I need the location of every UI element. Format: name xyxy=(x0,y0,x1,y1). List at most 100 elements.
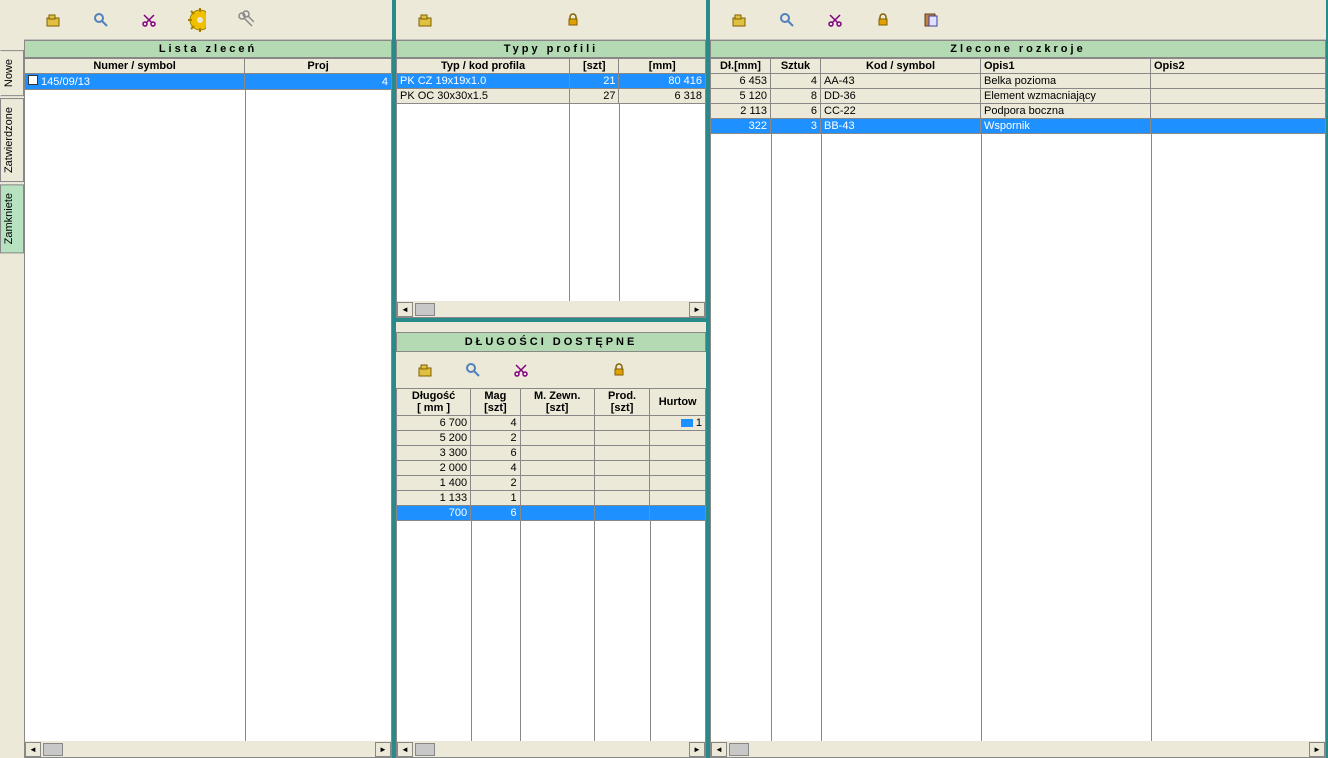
cell-prod[interactable] xyxy=(594,431,650,446)
table-row[interactable]: PK OC 30x30x1.5276 318 xyxy=(397,89,706,104)
cell-sztuk[interactable]: 3 xyxy=(771,119,821,134)
cell-mag[interactable]: 6 xyxy=(471,506,520,521)
lock-icon[interactable] xyxy=(610,361,628,379)
cell-dlugosc[interactable]: 5 200 xyxy=(397,431,471,446)
cell-mag[interactable]: 2 xyxy=(471,431,520,446)
cell-opis1[interactable]: Element wzmacniający xyxy=(981,89,1151,104)
cell-mag[interactable]: 4 xyxy=(471,461,520,476)
search-icon[interactable] xyxy=(778,11,796,29)
th-szt[interactable]: [szt] xyxy=(570,59,619,74)
cell-szt[interactable]: 27 xyxy=(570,89,619,104)
table-row[interactable]: 6 4534AA-43Belka pozioma xyxy=(711,74,1326,89)
cell-mzewn[interactable] xyxy=(520,506,594,521)
cell-mzewn[interactable] xyxy=(520,491,594,506)
table-dlugosci[interactable]: Długość[ mm ] Mag[szt] M. Zewn.[szt] Pro… xyxy=(396,388,706,521)
tab-zatwierdzone[interactable]: Zatwierdzone xyxy=(0,98,24,182)
cell-hurtow[interactable]: 1 xyxy=(650,416,706,431)
cell-sztuk[interactable]: 4 xyxy=(771,74,821,89)
table-row[interactable]: 145/09/134 xyxy=(25,74,392,90)
cell-kod[interactable]: AA-43 xyxy=(821,74,981,89)
th-kod[interactable]: Kod / symbol xyxy=(821,59,981,74)
cell-proj[interactable]: 4 xyxy=(245,74,392,90)
table-row[interactable]: 2 1136CC-22Podpora boczna xyxy=(711,104,1326,119)
table-zlecone-rozkroje[interactable]: Dł.[mm] Sztuk Kod / symbol Opis1 Opis2 6… xyxy=(710,58,1326,134)
search-icon[interactable] xyxy=(92,11,110,29)
th-mm[interactable]: [mm] xyxy=(619,59,706,74)
cell-mzewn[interactable] xyxy=(520,476,594,491)
paste-icon[interactable] xyxy=(922,11,940,29)
scroll-thumb[interactable] xyxy=(729,743,749,756)
th-opis2[interactable]: Opis2 xyxy=(1151,59,1326,74)
cell-prod[interactable] xyxy=(594,461,650,476)
th-mzewn[interactable]: M. Zewn.[szt] xyxy=(520,389,594,416)
th-opis1[interactable]: Opis1 xyxy=(981,59,1151,74)
scissors-icon[interactable] xyxy=(140,11,158,29)
tab-zamkniete[interactable]: Zamkniete xyxy=(0,184,24,253)
scissors-icon[interactable] xyxy=(512,361,530,379)
open-icon[interactable] xyxy=(730,11,748,29)
cell-numer[interactable]: 145/09/13 xyxy=(25,74,245,90)
cell-dlugosc[interactable]: 6 700 xyxy=(397,416,471,431)
table-lista-zlecen[interactable]: Numer / symbol Proj 145/09/134 xyxy=(24,58,392,90)
table-typy-profili[interactable]: Typ / kod profila [szt] [mm] PK CZ 19x19… xyxy=(396,58,706,104)
scroll-right-arrow[interactable]: ► xyxy=(375,742,391,757)
cell-szt[interactable]: 21 xyxy=(570,74,619,89)
cell-mag[interactable]: 2 xyxy=(471,476,520,491)
th-dl[interactable]: Dł.[mm] xyxy=(711,59,771,74)
cell-mm[interactable]: 6 318 xyxy=(619,89,706,104)
cell-kod[interactable]: DD-36 xyxy=(821,89,981,104)
scroll-right-arrow[interactable]: ► xyxy=(689,302,705,317)
table-row[interactable]: 5 2002 xyxy=(397,431,706,446)
cell-opis1[interactable]: Wspornik xyxy=(981,119,1151,134)
table-row[interactable]: 5 1208DD-36Element wzmacniający xyxy=(711,89,1326,104)
cell-hurtow[interactable] xyxy=(650,506,706,521)
gear-icon[interactable] xyxy=(188,11,206,29)
cell-dl[interactable]: 5 120 xyxy=(711,89,771,104)
cell-dlugosc[interactable]: 1 400 xyxy=(397,476,471,491)
cell-typ[interactable]: PK CZ 19x19x1.0 xyxy=(397,74,570,89)
scrollbar-right[interactable]: ◄ ► xyxy=(710,741,1326,758)
cell-mm[interactable]: 80 416 xyxy=(619,74,706,89)
cell-opis2[interactable] xyxy=(1151,74,1326,89)
cell-prod[interactable] xyxy=(594,446,650,461)
th-hurtow[interactable]: Hurtow xyxy=(650,389,706,416)
cell-opis1[interactable]: Belka pozioma xyxy=(981,74,1151,89)
scroll-thumb[interactable] xyxy=(415,743,435,756)
search-icon[interactable] xyxy=(464,361,482,379)
cell-dlugosc[interactable]: 2 000 xyxy=(397,461,471,476)
cell-kod[interactable]: CC-22 xyxy=(821,104,981,119)
cell-sztuk[interactable]: 6 xyxy=(771,104,821,119)
open-icon[interactable] xyxy=(416,361,434,379)
table-row[interactable]: 3 3006 xyxy=(397,446,706,461)
th-prod[interactable]: Prod.[szt] xyxy=(594,389,650,416)
cell-kod[interactable]: BB-43 xyxy=(821,119,981,134)
scissors-icon[interactable] xyxy=(826,11,844,29)
cell-hurtow[interactable] xyxy=(650,461,706,476)
cell-hurtow[interactable] xyxy=(650,476,706,491)
cell-dlugosc[interactable]: 700 xyxy=(397,506,471,521)
cell-dl[interactable]: 6 453 xyxy=(711,74,771,89)
th-typ[interactable]: Typ / kod profila xyxy=(397,59,570,74)
cell-prod[interactable] xyxy=(594,491,650,506)
table-row[interactable]: 7006 xyxy=(397,506,706,521)
cell-hurtow[interactable] xyxy=(650,446,706,461)
cell-mag[interactable]: 6 xyxy=(471,446,520,461)
cell-mzewn[interactable] xyxy=(520,446,594,461)
table-row[interactable]: 1 1331 xyxy=(397,491,706,506)
cell-mag[interactable]: 4 xyxy=(471,416,520,431)
scroll-right-arrow[interactable]: ► xyxy=(1309,742,1325,757)
lock-icon[interactable] xyxy=(564,11,582,29)
cell-dl[interactable]: 322 xyxy=(711,119,771,134)
open-icon[interactable] xyxy=(44,11,62,29)
table-row[interactable]: 3223BB-43Wspornik xyxy=(711,119,1326,134)
cell-dlugosc[interactable]: 3 300 xyxy=(397,446,471,461)
th-sztuk[interactable]: Sztuk xyxy=(771,59,821,74)
scroll-left-arrow[interactable]: ◄ xyxy=(25,742,41,757)
th-mag[interactable]: Mag[szt] xyxy=(471,389,520,416)
cell-prod[interactable] xyxy=(594,476,650,491)
cell-hurtow[interactable] xyxy=(650,491,706,506)
cell-sztuk[interactable]: 8 xyxy=(771,89,821,104)
cell-opis2[interactable] xyxy=(1151,104,1326,119)
table-row[interactable]: 2 0004 xyxy=(397,461,706,476)
cell-opis2[interactable] xyxy=(1151,119,1326,134)
